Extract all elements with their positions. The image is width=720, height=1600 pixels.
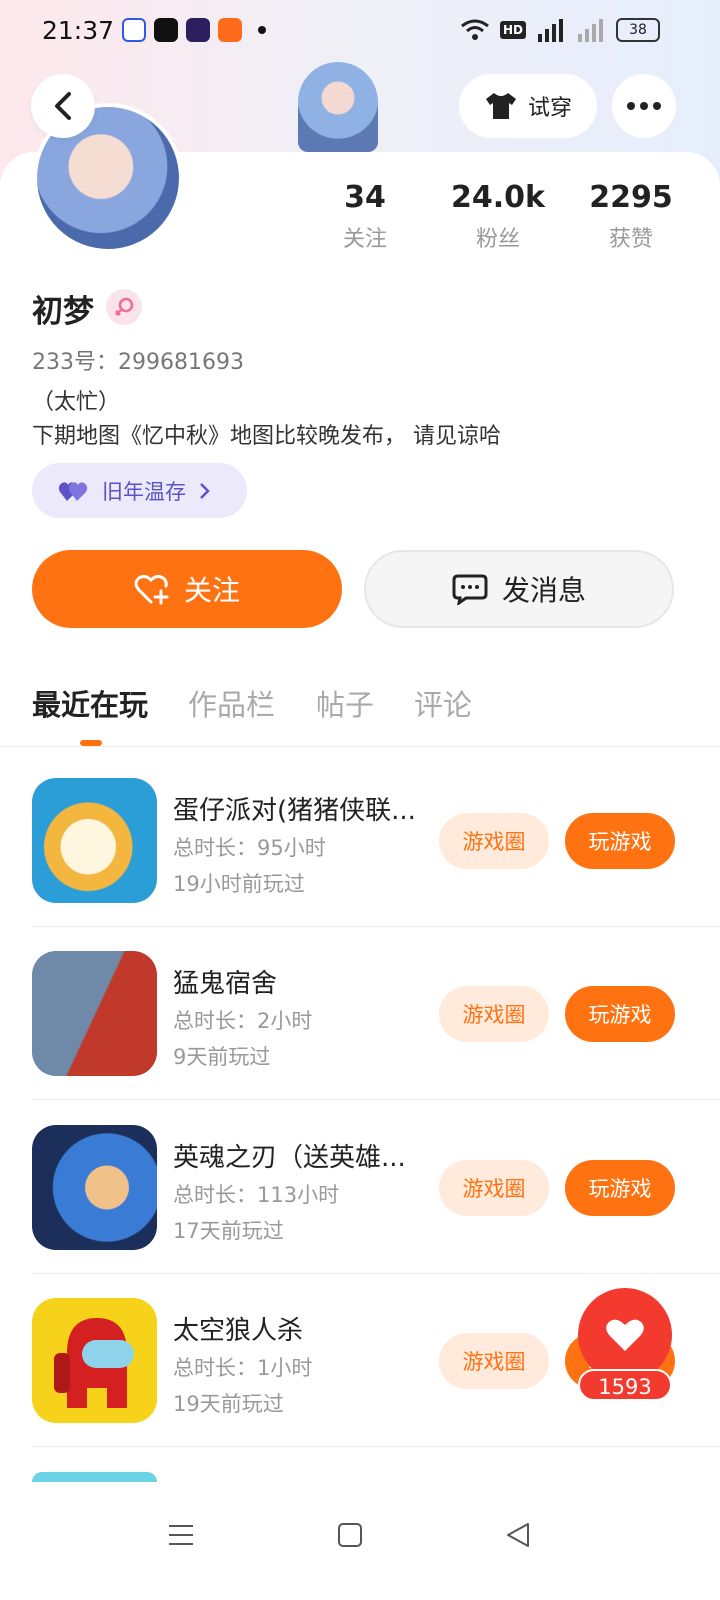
stat-following-label: 关注 bbox=[342, 227, 387, 252]
row-divider bbox=[32, 1099, 720, 1100]
play-game-button[interactable]: 玩游戏 bbox=[565, 813, 675, 869]
game-last-played: 17天前玩过 bbox=[173, 1219, 284, 1243]
game-duration: 总时长：95小时 bbox=[173, 836, 326, 860]
more-dots-icon bbox=[627, 102, 661, 110]
game-name: 猛鬼宿舍 bbox=[173, 969, 278, 999]
play-game-button[interactable]: 玩游戏 bbox=[565, 986, 675, 1042]
row-divider bbox=[32, 1273, 720, 1274]
game-name: 蛋仔派对(猪猪侠联... bbox=[173, 796, 416, 826]
next-game-icon-partial bbox=[32, 1472, 157, 1482]
signal-5g-icon bbox=[538, 19, 563, 42]
stat-fans-value: 24.0k bbox=[451, 180, 545, 215]
row-divider bbox=[32, 926, 720, 927]
kuaishou-icon bbox=[218, 18, 242, 42]
stat-likes-label: 获赞 bbox=[608, 227, 653, 252]
game-duration: 总时长：2小时 bbox=[173, 1009, 313, 1033]
tabs-divider bbox=[0, 746, 720, 747]
game-name: 太空狼人杀 bbox=[173, 1316, 304, 1346]
game-row[interactable]: 英魂之刃（送英雄... 总时长：113小时 17天前玩过 游戏圈 玩游戏 bbox=[32, 1125, 720, 1298]
try-on-button[interactable]: 试穿 bbox=[459, 74, 597, 138]
tab-recently-played[interactable]: 最近在玩 bbox=[32, 682, 148, 724]
game-duration: 总时长：1小时 bbox=[173, 1356, 313, 1380]
user-name: 初梦 bbox=[32, 294, 94, 330]
game-row[interactable]: 蛋仔派对(猪猪侠联... 总时长：95小时 19小时前玩过 游戏圈 玩游戏 bbox=[32, 778, 720, 951]
chevron-left-icon bbox=[55, 92, 71, 120]
memory-badge-label: 旧年温存 bbox=[102, 479, 186, 504]
tshirt-icon bbox=[485, 93, 516, 119]
double-heart-icon bbox=[58, 481, 88, 501]
game-name: 英魂之刃（送英雄... bbox=[173, 1143, 406, 1173]
game-last-played: 19小时前玩过 bbox=[173, 872, 305, 896]
hd-voice-icon: HD bbox=[499, 21, 526, 39]
back-nav-icon[interactable] bbox=[505, 1522, 531, 1548]
memory-badge[interactable]: 旧年温存 bbox=[32, 463, 247, 518]
female-gender-icon bbox=[106, 289, 142, 325]
follow-label: 关注 bbox=[183, 574, 240, 607]
chat-bubble-icon bbox=[452, 574, 488, 605]
follow-button[interactable]: 关注 bbox=[32, 550, 342, 628]
status-time: 21:37 bbox=[42, 16, 115, 45]
tiktok-icon bbox=[154, 18, 178, 42]
system-nav-bar bbox=[0, 1482, 720, 1600]
stat-fans-label: 粉丝 bbox=[475, 227, 520, 252]
baidu-icon bbox=[122, 18, 146, 42]
bio-line-1: （太忙） bbox=[32, 390, 121, 415]
message-button[interactable]: 发消息 bbox=[364, 550, 674, 628]
game-last-played: 9天前玩过 bbox=[173, 1045, 271, 1069]
game-icon-eggy-party bbox=[32, 778, 157, 903]
try-on-label: 试穿 bbox=[527, 96, 572, 121]
stat-fans[interactable]: 24.0k 粉丝 bbox=[438, 180, 558, 253]
tab-comments[interactable]: 评论 bbox=[414, 682, 472, 724]
back-button[interactable] bbox=[31, 74, 95, 138]
stat-likes-value: 2295 bbox=[589, 180, 673, 215]
heart-plus-icon bbox=[134, 574, 169, 605]
user-bio: （太忙） 下期地图《忆中秋》地图比较晚发布， 请见谅哈 bbox=[32, 386, 501, 454]
play-game-button[interactable]: 玩游戏 bbox=[565, 1160, 675, 1216]
game-circle-button[interactable]: 游戏圈 bbox=[439, 1333, 549, 1389]
message-label: 发消息 bbox=[501, 574, 586, 607]
system-indicators: HD 38 bbox=[460, 18, 660, 42]
more-button[interactable] bbox=[612, 74, 676, 138]
status-bar: 21:37 HD 38 bbox=[0, 0, 720, 64]
game-icon-ghost-dorm bbox=[32, 951, 157, 1076]
bio-line-2: 下期地图《忆中秋》地图比较晚发布， 请见谅哈 bbox=[32, 424, 501, 449]
stat-following-value: 34 bbox=[344, 180, 386, 215]
game-circle-button[interactable]: 游戏圈 bbox=[439, 1160, 549, 1216]
tab-works[interactable]: 作品栏 bbox=[188, 682, 275, 724]
floating-like-button[interactable] bbox=[578, 1288, 672, 1382]
header-avatar-figure bbox=[298, 62, 378, 152]
wifi-icon bbox=[461, 19, 489, 40]
more-notifications-dot bbox=[258, 26, 266, 34]
game-circle-button[interactable]: 游戏圈 bbox=[439, 813, 549, 869]
game-icon-space-werewolf bbox=[32, 1298, 157, 1423]
user-id: 233号：299681693 bbox=[32, 350, 244, 375]
floating-like-count: 1593 bbox=[578, 1369, 672, 1401]
game-icon-hero-blade bbox=[32, 1125, 157, 1250]
heart-icon bbox=[606, 1319, 644, 1351]
stat-following[interactable]: 34 关注 bbox=[305, 180, 425, 253]
game-duration: 总时长：113小时 bbox=[173, 1183, 340, 1207]
game-row[interactable]: 猛鬼宿舍 总时长：2小时 9天前玩过 游戏圈 玩游戏 bbox=[32, 951, 720, 1124]
game-last-played: 19天前玩过 bbox=[173, 1392, 284, 1416]
battery-icon: 38 bbox=[616, 18, 660, 42]
signal-icon bbox=[578, 19, 603, 42]
home-icon[interactable] bbox=[337, 1522, 363, 1548]
tab-posts[interactable]: 帖子 bbox=[316, 682, 374, 724]
menu-icon[interactable] bbox=[168, 1522, 194, 1548]
game-circle-button[interactable]: 游戏圈 bbox=[439, 986, 549, 1042]
chevron-right-icon bbox=[200, 482, 210, 499]
notification-icons bbox=[122, 18, 266, 42]
row-divider bbox=[32, 1446, 720, 1447]
stat-likes[interactable]: 2295 获赞 bbox=[571, 180, 691, 253]
tiktok-lite-icon bbox=[186, 18, 210, 42]
